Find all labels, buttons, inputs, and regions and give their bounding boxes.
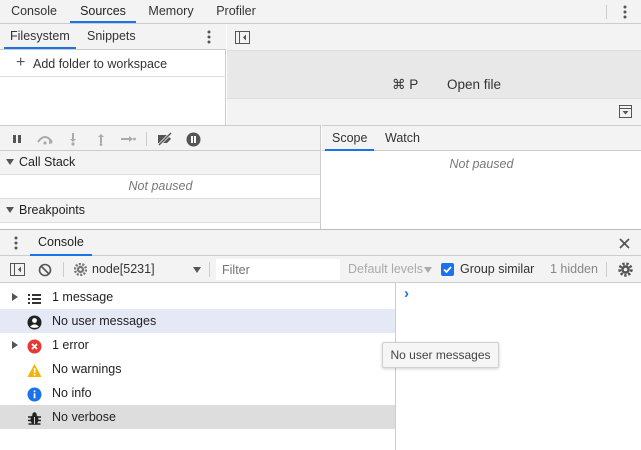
gear-icon — [73, 262, 87, 276]
error-icon — [27, 338, 42, 354]
console-sidebar: 1 message No user messages 1 error No wa… — [0, 283, 396, 450]
sidebar-item-label: No info — [52, 386, 92, 400]
sidebar-tab-bar: Scope Watch — [322, 125, 641, 151]
divider — [606, 5, 607, 19]
call-stack-body: Not paused — [0, 175, 321, 199]
sidebar-item-messages[interactable]: 1 message — [0, 285, 395, 309]
tab-filesystem[interactable]: Filesystem — [4, 24, 76, 49]
sidebar-item-warnings[interactable]: No warnings — [0, 357, 395, 381]
expand-arrow-icon — [12, 293, 18, 301]
filter-input[interactable] — [216, 259, 340, 280]
call-stack-status: Not paused — [128, 179, 193, 193]
tab-drawer-console[interactable]: Console — [30, 230, 92, 256]
divider — [606, 262, 607, 277]
tab-profiler[interactable]: Profiler — [206, 0, 266, 23]
drawer-tab-bar: Console — [0, 229, 641, 256]
breakpoints-label: Breakpoints — [19, 203, 86, 217]
expand-triangle-icon — [6, 207, 14, 214]
sidebar-item-user-messages[interactable]: No user messages — [0, 309, 395, 333]
add-folder-label: Add folder to workspace — [33, 57, 168, 71]
deactivate-breakpoints-icon[interactable] — [156, 131, 174, 146]
sidebar-item-label: No verbose — [52, 410, 116, 424]
navigator-more-icon[interactable] — [200, 28, 218, 46]
divider — [209, 262, 210, 277]
context-label: node[5231] — [92, 262, 155, 276]
main-tab-bar: Console Sources Memory Profiler — [0, 0, 641, 24]
log-levels-label: Default levels — [348, 262, 424, 276]
call-stack-header[interactable]: Call Stack — [0, 151, 321, 175]
list-icon — [27, 290, 42, 305]
clear-console-icon[interactable] — [37, 262, 52, 277]
tab-memory[interactable]: Memory — [138, 0, 204, 23]
log-levels-dropdown[interactable]: Default levels — [348, 259, 434, 280]
scope-status: Not paused — [449, 157, 514, 171]
close-drawer-icon[interactable] — [616, 235, 632, 251]
navigator-tab-bar: Filesystem Snippets — [0, 24, 226, 50]
tab-snippets[interactable]: Snippets — [82, 24, 141, 49]
sidebar-item-info[interactable]: No info — [0, 381, 395, 405]
open-file-label[interactable]: Open file — [447, 77, 501, 92]
dropdown-arrow-icon — [193, 267, 201, 273]
group-similar-checkbox[interactable] — [441, 263, 454, 276]
breakpoints-header[interactable]: Breakpoints — [0, 199, 321, 223]
bug-icon — [27, 410, 42, 425]
expand-arrow-icon — [12, 341, 18, 349]
console-settings-gear-icon[interactable] — [617, 261, 633, 277]
tooltip: No user messages — [382, 342, 499, 368]
add-folder-button[interactable]: + Add folder to workspace — [0, 51, 226, 77]
sidebar-item-label: No warnings — [52, 362, 122, 376]
prompt-chevron-icon: › — [404, 285, 409, 302]
debugger-toolbar — [0, 125, 321, 151]
more-menu-icon[interactable] — [616, 2, 634, 22]
drawer-menu-icon[interactable] — [10, 235, 22, 251]
step-out-icon[interactable] — [94, 131, 108, 146]
tab-watch[interactable]: Watch — [379, 126, 426, 151]
expand-triangle-icon — [6, 159, 14, 166]
sidebar-item-verbose[interactable]: No verbose — [0, 405, 395, 429]
open-file-shortcut: ⌘ P — [392, 77, 419, 92]
tab-scope[interactable]: Scope — [325, 126, 375, 151]
editor-footer — [227, 98, 641, 125]
pause-icon[interactable] — [10, 132, 24, 145]
editor-toolbar — [227, 24, 641, 51]
hidden-count: 1 hidden — [550, 262, 598, 276]
tab-console[interactable]: Console — [0, 0, 68, 23]
pause-on-exceptions-icon[interactable] — [185, 131, 201, 147]
checkmark-icon — [443, 266, 452, 274]
step-into-icon[interactable] — [66, 131, 80, 146]
call-stack-label: Call Stack — [19, 155, 76, 169]
plus-icon: + — [16, 54, 26, 71]
divider — [63, 262, 64, 277]
dropdown-arrow-icon — [424, 267, 432, 273]
toggle-sidebar-icon[interactable] — [9, 262, 25, 277]
sidebar-item-label: 1 error — [52, 338, 89, 352]
divider — [146, 132, 147, 146]
step-over-icon[interactable] — [36, 132, 54, 145]
warning-icon — [27, 362, 42, 377]
sidebar-item-label: No user messages — [52, 314, 157, 328]
toggle-navigator-icon[interactable] — [234, 29, 250, 45]
console-toolbar: node[5231] Default levels Group similar … — [0, 256, 641, 283]
group-similar-label: Group similar — [460, 262, 535, 276]
editor-placeholder: ⌘ P Open file — [227, 51, 641, 98]
step-icon[interactable] — [120, 132, 136, 145]
info-icon — [27, 386, 42, 402]
context-selector[interactable]: node[5231] — [71, 259, 207, 280]
sidebar-item-errors[interactable]: 1 error — [0, 333, 395, 357]
sidebar-item-label: 1 message — [52, 290, 114, 304]
toggle-debugger-icon[interactable] — [618, 104, 632, 118]
tab-sources[interactable]: Sources — [70, 0, 136, 23]
user-icon — [27, 314, 42, 330]
